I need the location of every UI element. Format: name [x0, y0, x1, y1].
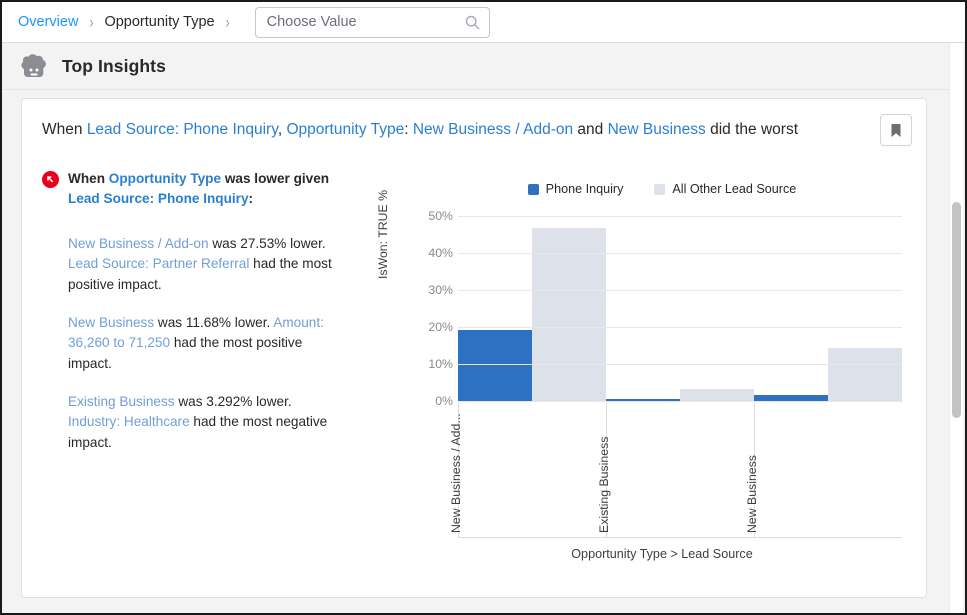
chart-y-tick-1: 10% [422, 357, 453, 371]
chart-gridline-3 [458, 290, 902, 291]
narrative-heading: When Opportunity Type was lower given Le… [68, 169, 362, 210]
narrative-p2-link-0[interactable]: New Business [68, 315, 154, 330]
bookmark-icon [890, 123, 902, 138]
chart-gridline-0 [458, 401, 902, 402]
chart-category-0: New Business / Add... [458, 403, 606, 537]
chart-bar-group-1 [606, 216, 754, 401]
chart-bar[interactable] [458, 330, 532, 401]
narrative-heading-row: When Opportunity Type was lower given Le… [42, 169, 362, 210]
page-title: Top Insights [62, 56, 166, 77]
legend-item-1[interactable]: All Other Lead Source [654, 182, 796, 196]
narrative-heading-link-1[interactable]: Opportunity Type [109, 171, 221, 186]
headline-link-3[interactable]: Opportunity Type [286, 121, 404, 138]
chart-category-label: New Business [745, 455, 759, 533]
legend-swatch-icon-0 [528, 184, 539, 195]
narrative-paragraph-3: Existing Business was 3.292% lower. Indu… [68, 392, 336, 454]
einstein-icon [20, 53, 48, 79]
narrative-p3-link-2[interactable]: Industry: Healthcare [68, 414, 190, 429]
arrow-down-badge-icon [42, 171, 59, 188]
legend-item-0[interactable]: Phone Inquiry [528, 182, 624, 196]
app-window: Overview › Opportunity Type › Choose Val… [0, 0, 967, 615]
narrative-p1-text-1: was 27.53% lower. [209, 236, 326, 251]
chart-category-baseline [458, 537, 902, 538]
bookmark-button[interactable] [880, 114, 912, 146]
chart-bar[interactable] [828, 348, 902, 401]
chart-y-tick-2: 20% [422, 320, 453, 334]
narrative-heading-link-3[interactable]: Lead Source: Phone Inquiry [68, 191, 249, 206]
headline-text-4: : [404, 121, 413, 138]
narrative-heading-text-0: When [68, 171, 109, 186]
breadcrumb-separator-icon: › [89, 13, 93, 32]
chart-category-label: New Business / Add... [449, 413, 463, 533]
chart-y-tick-4: 40% [422, 246, 453, 260]
narrative-heading-text-2: was lower given [221, 171, 329, 186]
chart-bars [458, 216, 902, 401]
insight-chart: Phone Inquiry All Other Lead Source IsWon… [362, 179, 922, 589]
insight-headline: When Lead Source: Phone Inquiry, Opportu… [42, 120, 880, 141]
headline-text-8: did the worst [706, 121, 798, 138]
chart-y-tick-5: 50% [422, 209, 453, 223]
chart-bar[interactable] [680, 389, 754, 401]
chart-category-label: Existing Business [597, 437, 611, 533]
vertical-scrollbar[interactable] [949, 43, 963, 613]
page-header: Top Insights [2, 43, 965, 90]
headline-link-1[interactable]: Lead Source: Phone Inquiry [87, 121, 278, 138]
headline-link-7[interactable]: New Business [608, 121, 706, 138]
chart-bar-group-0 [458, 216, 606, 401]
headline-text-6: and [573, 121, 607, 138]
legend-label-1: All Other Lead Source [672, 182, 796, 196]
chart-gridline-2 [458, 327, 902, 328]
chart-category-1: Existing Business [606, 403, 754, 537]
narrative-heading-text-4: : [249, 191, 254, 206]
chart-category-labels: New Business / Add...Existing BusinessNe… [458, 403, 902, 537]
breadcrumb-item-opportunity-type[interactable]: Opportunity Type [104, 14, 214, 30]
chart-gridline-1 [458, 364, 902, 365]
narrative-p3-text-1: was 3.292% lower. [175, 394, 292, 409]
headline-link-5[interactable]: New Business / Add-on [413, 121, 573, 138]
chart-category-2: New Business [754, 403, 902, 537]
chart-legend: Phone Inquiry All Other Lead Source [452, 179, 872, 199]
chart-y-tick-0: 0% [422, 394, 453, 408]
narrative-p1-link-2[interactable]: Lead Source: Partner Referral [68, 256, 249, 271]
insight-narrative: When Opportunity Type was lower given Le… [42, 169, 362, 454]
legend-label-0: Phone Inquiry [546, 182, 624, 196]
search-icon[interactable] [465, 15, 480, 30]
breadcrumb: Overview › Opportunity Type › Choose Val… [2, 2, 965, 43]
headline-text-0: When [42, 121, 87, 138]
narrative-paragraph-1: New Business / Add-on was 27.53% lower. … [68, 234, 336, 296]
narrative-p2-text-1: was 11.68% lower. [154, 315, 273, 330]
insight-headline-row: When Lead Source: Phone Inquiry, Opportu… [22, 99, 926, 161]
chart-plot-area: 0%10%20%30%40%50% [422, 211, 902, 401]
chart-y-tick-3: 30% [422, 283, 453, 297]
page-body: When Lead Source: Phone Inquiry, Opportu… [2, 90, 965, 613]
chart-x-axis-label: Opportunity Type > Lead Source [422, 547, 902, 561]
narrative-p1-link-0[interactable]: New Business / Add-on [68, 236, 209, 251]
breadcrumb-separator-icon-2: › [226, 13, 230, 32]
choose-value-placeholder: Choose Value [267, 14, 465, 30]
legend-swatch-icon-1 [654, 184, 665, 195]
chart-bar-group-2 [754, 216, 902, 401]
narrative-p3-link-0[interactable]: Existing Business [68, 394, 175, 409]
breadcrumb-item-overview[interactable]: Overview [18, 14, 78, 30]
chart-gridline-5 [458, 216, 902, 217]
chart-y-axis-label: IsWon: TRUE % [376, 190, 390, 279]
insight-card: When Lead Source: Phone Inquiry, Opportu… [21, 98, 927, 598]
chart-gridline-4 [458, 253, 902, 254]
narrative-paragraph-2: New Business was 11.68% lower. Amount: 3… [68, 313, 336, 375]
choose-value-input[interactable]: Choose Value [255, 7, 490, 38]
scrollbar-thumb[interactable] [952, 202, 961, 418]
